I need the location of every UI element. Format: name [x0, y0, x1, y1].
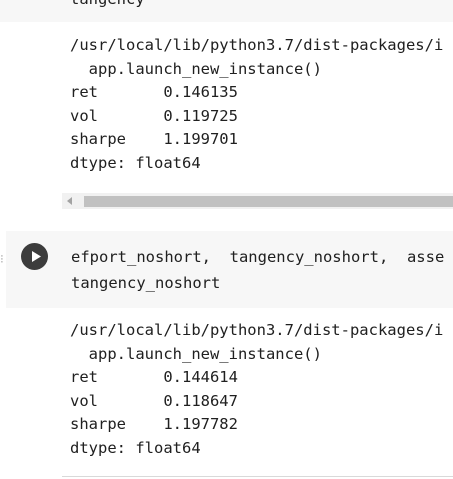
output-line: sharpe 1.199701 — [70, 130, 238, 149]
output-line: vol 0.119725 — [70, 106, 238, 125]
output-2-text: /usr/local/lib/python3.7/dist-packages/i… — [70, 319, 443, 461]
horizontal-scrollbar[interactable] — [62, 193, 453, 209]
output-line: vol 0.118647 — [70, 391, 238, 410]
code-cell[interactable]: efport_noshort, tangency_noshort, asse ta… — [6, 231, 453, 308]
code-editor[interactable]: efport_noshort, tangency_noshort, asse ta… — [71, 244, 444, 296]
play-icon — [32, 251, 41, 262]
previous-code-fragment: tangency — [70, 0, 145, 8]
chevron-left-icon[interactable] — [67, 197, 72, 205]
code-line: efport_noshort, tangency_noshort, asse — [71, 248, 445, 266]
output-divider — [62, 476, 453, 477]
cell-output-1: /usr/local/lib/python3.7/dist-packages/i… — [0, 34, 453, 184]
output-line: dtype: float64 — [70, 153, 201, 172]
cell-edge-marker: ⁝ — [0, 252, 4, 266]
output-line: dtype: float64 — [70, 438, 201, 457]
previous-code-cell[interactable]: tangency — [0, 0, 453, 22]
output-line: sharpe 1.197782 — [70, 415, 238, 434]
scrollbar-thumb[interactable] — [84, 196, 453, 207]
notebook-page: tangency /usr/local/lib/python3.7/dist-p… — [0, 0, 453, 479]
output-line: ret 0.146135 — [70, 83, 238, 102]
output-1-text: /usr/local/lib/python3.7/dist-packages/i… — [70, 34, 443, 176]
output-line: app.launch_new_instance() — [70, 59, 322, 78]
output-line: app.launch_new_instance() — [70, 344, 322, 363]
output-line: /usr/local/lib/python3.7/dist-packages/i — [70, 321, 444, 339]
output-line: /usr/local/lib/python3.7/dist-packages/i — [70, 36, 444, 54]
code-line: tangency_noshort — [71, 274, 221, 292]
output-line: ret 0.144614 — [70, 368, 238, 387]
run-cell-button[interactable] — [21, 243, 48, 270]
cell-output-2: /usr/local/lib/python3.7/dist-packages/i… — [0, 319, 453, 469]
